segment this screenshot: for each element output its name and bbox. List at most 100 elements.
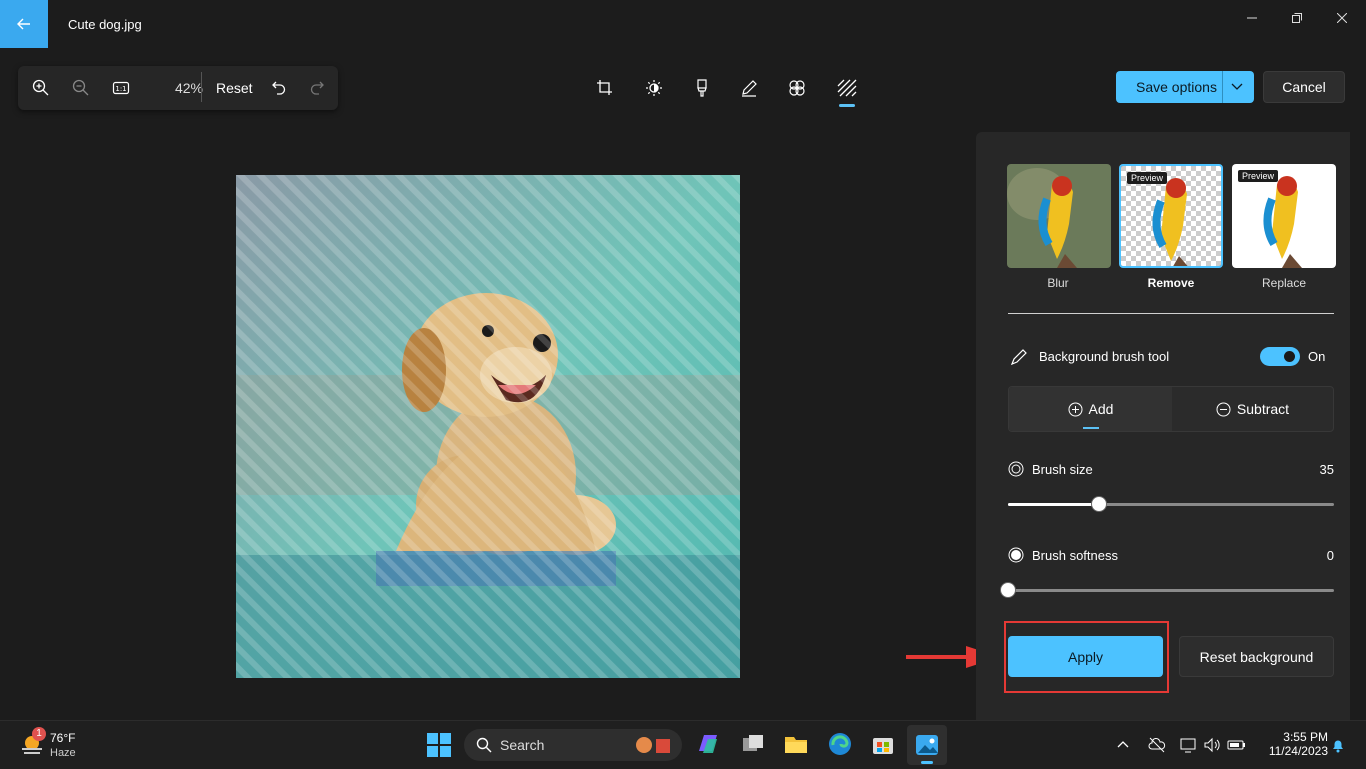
windows-start-icon[interactable]	[426, 732, 452, 758]
search-icon	[476, 737, 492, 753]
close-button[interactable]	[1327, 8, 1357, 28]
save-options-button[interactable]: Save options	[1116, 71, 1254, 103]
back-arrow-icon	[17, 18, 30, 30]
notification-bell-icon[interactable]	[1330, 737, 1346, 753]
add-label: Add	[1088, 401, 1114, 417]
crop-icon	[597, 80, 612, 95]
actual-size-icon: 1:1	[112, 81, 130, 95]
brightness-icon	[646, 80, 662, 96]
parrot-blur-thumbnail	[1007, 164, 1111, 268]
replace-label: Replace	[1261, 276, 1307, 290]
brush-softness-slider[interactable]	[1000, 582, 1334, 598]
restore-icon	[1292, 13, 1302, 23]
add-button[interactable]: Add	[1009, 387, 1172, 431]
panel-divider	[1008, 313, 1334, 314]
pen-icon	[742, 80, 757, 97]
remove-option[interactable]: Preview	[1119, 164, 1223, 268]
save-options-divider	[1222, 71, 1223, 103]
cloud-offline-icon[interactable]	[1148, 736, 1166, 754]
actual-size-button[interactable]: 1:1	[111, 78, 131, 98]
close-icon	[1337, 13, 1347, 23]
clock[interactable]: 3:55 PM 11/24/2023	[1269, 730, 1328, 758]
photos-app-active[interactable]	[907, 725, 947, 765]
background-tool[interactable]	[835, 76, 859, 100]
network-icon[interactable]	[1180, 736, 1198, 754]
weather-condition: Haze	[50, 747, 76, 759]
brush-size-value: 35	[1319, 462, 1334, 477]
maximize-button[interactable]	[1282, 8, 1312, 28]
brush-softness-handle[interactable]	[1000, 582, 1016, 598]
toolbar-divider	[201, 72, 202, 102]
temperature: 76°F	[50, 731, 76, 745]
svg-text:1:1: 1:1	[115, 85, 126, 93]
brush-size-handle[interactable]	[1091, 496, 1107, 512]
blur-label: Blur	[1047, 276, 1069, 290]
weather-badge: 1	[32, 727, 46, 741]
zoom-out-icon	[72, 79, 89, 96]
undo-button[interactable]	[269, 78, 289, 98]
zoom-out-button[interactable]	[71, 78, 91, 98]
edge-browser-icon[interactable]	[827, 731, 853, 757]
brush-size-slider[interactable]	[1008, 496, 1334, 512]
markup-tool[interactable]	[737, 76, 761, 100]
background-icon	[837, 79, 857, 97]
store-icon[interactable]	[870, 731, 896, 757]
reset-button[interactable]: Reset	[216, 80, 253, 96]
subtract-button[interactable]: Subtract	[1172, 387, 1333, 431]
preview-tag: Preview	[1127, 172, 1168, 184]
zoom-in-button[interactable]	[31, 78, 51, 98]
brush-softness-value: 0	[1326, 548, 1334, 563]
brush-size-fill	[1008, 503, 1099, 506]
battery-icon[interactable]	[1227, 736, 1247, 754]
filter-tool[interactable]	[690, 76, 714, 100]
redo-button[interactable]	[307, 78, 327, 98]
brush-size-label: Brush size	[1032, 462, 1093, 477]
task-view-icon[interactable]	[740, 731, 766, 757]
dog-photo	[236, 175, 740, 678]
subtract-label: Subtract	[1236, 401, 1290, 417]
crop-tool[interactable]	[593, 76, 617, 100]
add-subtract-segment: Add Subtract	[1008, 386, 1334, 432]
brush-softness-icon	[1008, 547, 1024, 563]
chevron-up-icon[interactable]	[1116, 738, 1130, 752]
minimize-icon	[1247, 17, 1257, 19]
back-button[interactable]	[0, 0, 48, 48]
zoom-level[interactable]: 42%	[168, 80, 210, 96]
replace-option[interactable]: Preview	[1232, 164, 1336, 268]
time-text: 3:55 PM	[1283, 730, 1328, 744]
chevron-down-icon[interactable]	[1230, 79, 1244, 93]
retouch-tool[interactable]	[785, 76, 809, 100]
image-canvas[interactable]	[236, 175, 740, 678]
blur-option[interactable]	[1007, 164, 1111, 268]
active-tool-indicator	[839, 104, 855, 107]
brush-icon	[1010, 349, 1027, 366]
undo-icon	[272, 81, 286, 95]
toggle-knob	[1284, 351, 1295, 362]
minimize-button[interactable]	[1237, 8, 1267, 28]
brush-size-icon	[1008, 461, 1024, 477]
filter-brush-icon	[697, 79, 707, 97]
volume-icon[interactable]	[1203, 736, 1221, 754]
cancel-button[interactable]: Cancel	[1263, 71, 1345, 103]
copilot-icon[interactable]	[695, 731, 721, 757]
file-explorer-icon[interactable]	[783, 731, 809, 757]
zoom-toolbar: 1:1 42% Reset	[18, 66, 338, 110]
redo-icon	[310, 81, 324, 95]
window-title: Cute dog.jpg	[68, 17, 142, 32]
search-label: Search	[500, 737, 545, 753]
retouch-icon	[789, 80, 805, 96]
save-options-label: Save options	[1136, 79, 1217, 95]
taskbar: 1 76°F Haze Search 3:55 PM 11/24/2023	[0, 720, 1366, 769]
remove-label: Remove	[1147, 276, 1195, 290]
add-circle-icon	[1068, 402, 1083, 416]
reset-background-button[interactable]: Reset background	[1179, 636, 1334, 677]
subtract-circle-icon	[1216, 402, 1231, 416]
active-app-indicator	[921, 761, 933, 764]
apply-button[interactable]: Apply	[1008, 636, 1163, 677]
date-text: 11/24/2023	[1268, 744, 1328, 758]
taskbar-search[interactable]: Search	[464, 729, 682, 761]
adjust-tool[interactable]	[642, 76, 666, 100]
add-active-indicator	[1083, 427, 1099, 429]
brush-tool-toggle[interactable]	[1260, 347, 1300, 366]
background-brush-tool-label: Background brush tool	[1039, 349, 1170, 364]
